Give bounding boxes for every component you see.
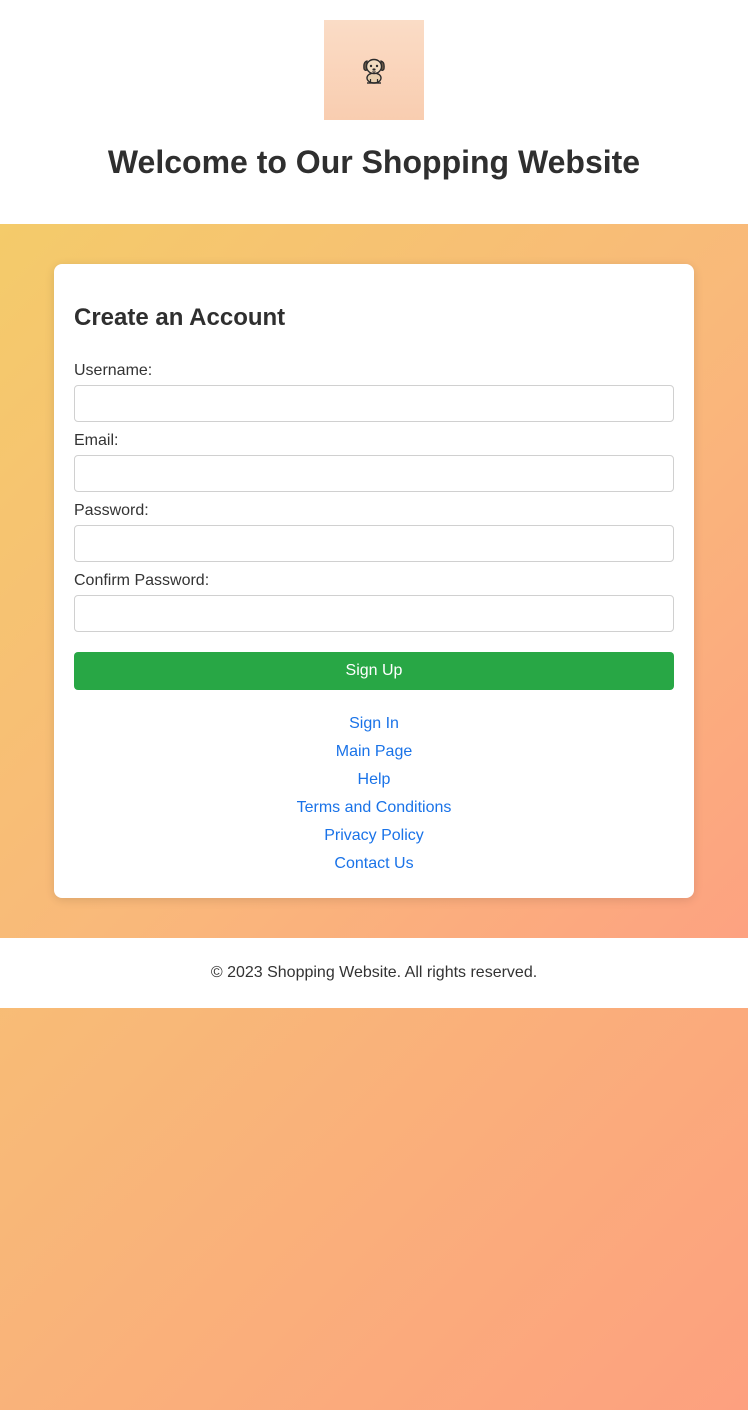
sign-in-link[interactable]: Sign In [54, 714, 694, 742]
site-footer: © 2023 Shopping Website. All rights rese… [0, 938, 748, 1008]
copyright-text: © 2023 Shopping Website. All rights rese… [210, 964, 538, 981]
main-page-link[interactable]: Main Page [54, 742, 694, 770]
terms-link[interactable]: Terms and Conditions [54, 798, 694, 826]
contact-us-link[interactable]: Contact Us [54, 854, 694, 882]
password-label: Password: [74, 502, 149, 519]
confirm-password-input[interactable] [74, 595, 674, 632]
confirm-password-label: Confirm Password: [74, 572, 210, 589]
password-input[interactable] [74, 525, 674, 562]
privacy-policy-link[interactable]: Privacy Policy [54, 826, 694, 854]
email-label: Email: [74, 432, 119, 449]
signup-card: Create an Account Username: Email: Passw… [54, 264, 694, 898]
puppy-icon [363, 58, 385, 84]
page-title: Welcome to Our Shopping Website [107, 144, 641, 180]
form-title: Create an Account [74, 304, 286, 331]
help-link[interactable]: Help [54, 770, 694, 798]
username-label: Username: [74, 362, 153, 379]
email-input[interactable] [74, 455, 674, 492]
site-header: Welcome to Our Shopping Website [0, 0, 748, 224]
username-input[interactable] [74, 385, 674, 422]
logo [324, 20, 424, 120]
footer-links: Sign In Main Page Help Terms and Conditi… [54, 714, 694, 882]
sign-up-button[interactable]: Sign Up [74, 652, 674, 690]
